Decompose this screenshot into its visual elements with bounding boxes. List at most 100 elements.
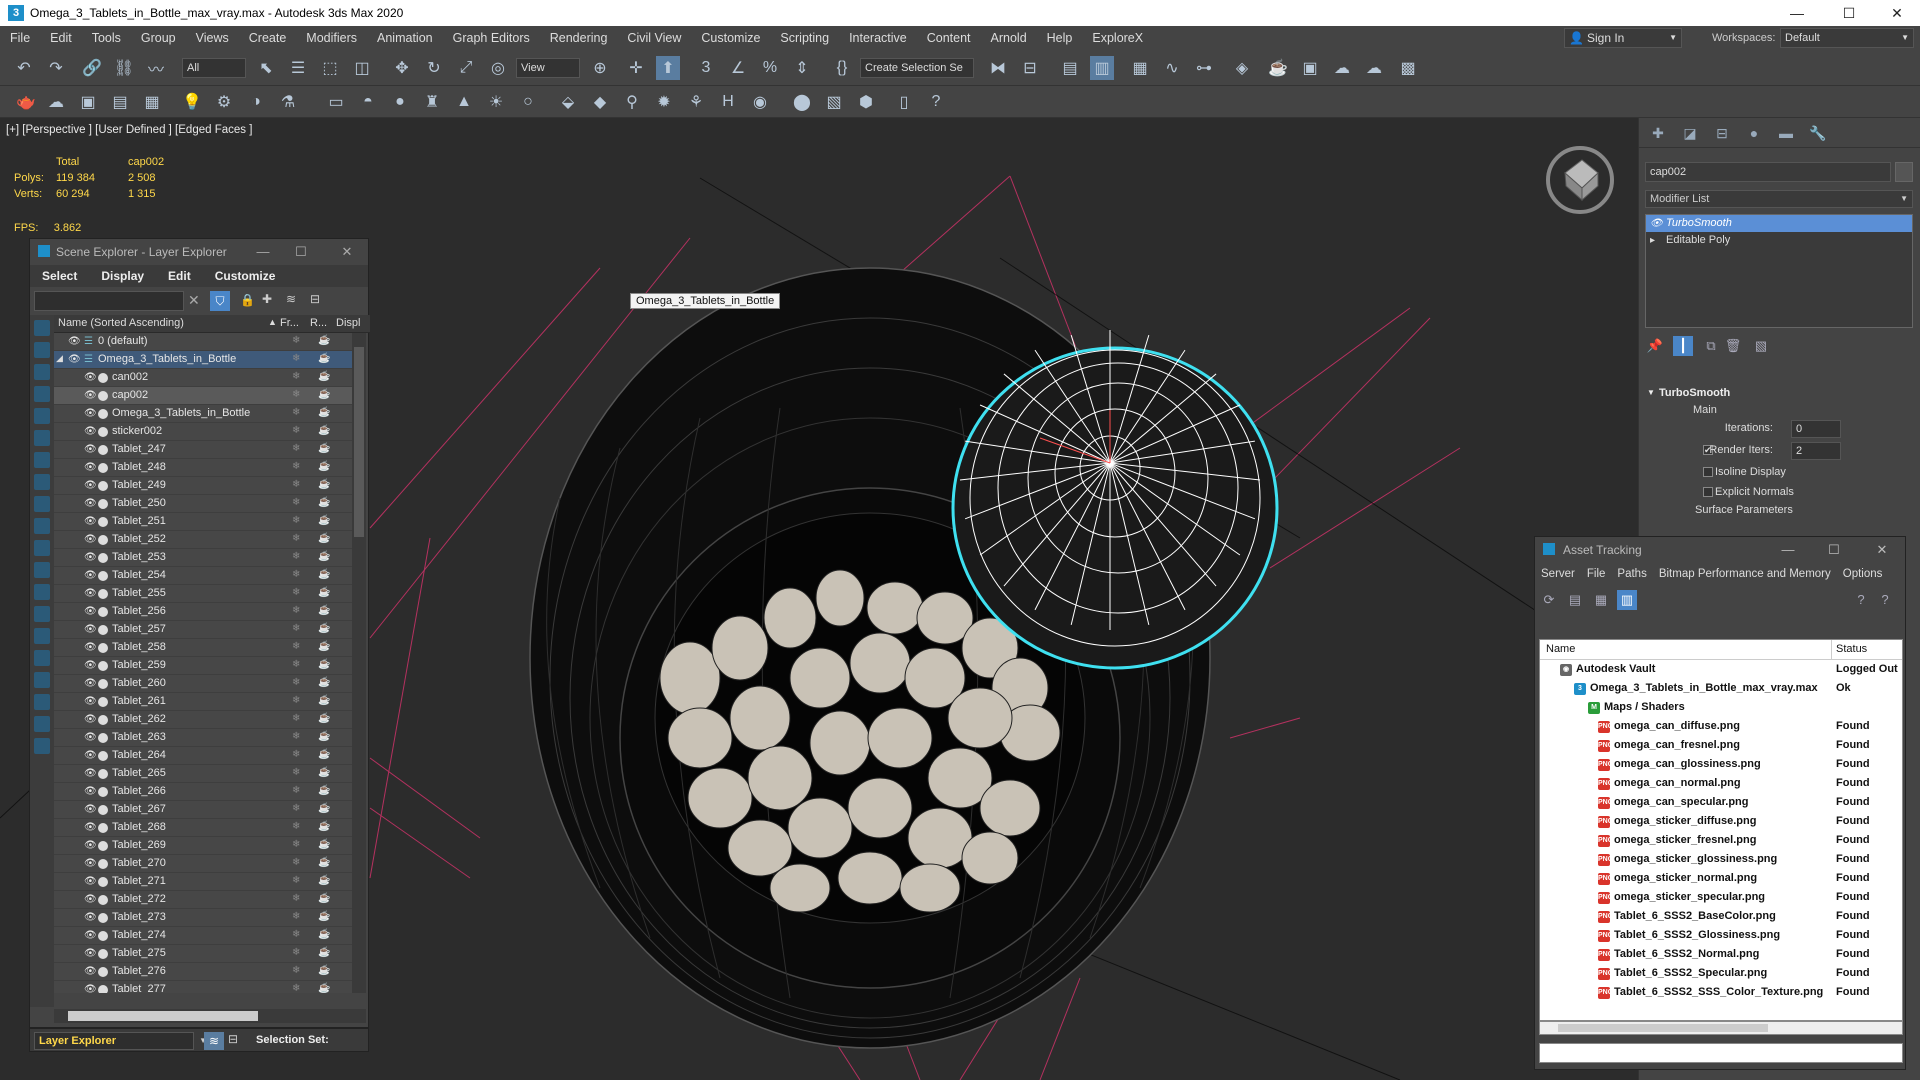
renderable-teapot-icon[interactable]: ☕ — [318, 821, 330, 832]
add-layer-icon[interactable]: ✚ — [262, 292, 272, 306]
asset-row[interactable]: PNG omega_sticker_glossiness.png Found — [1540, 850, 1902, 869]
visibility-eye-icon[interactable]: 👁 — [84, 606, 97, 618]
visibility-eye-icon[interactable]: 👁 — [84, 696, 97, 708]
freeze-icon[interactable]: ❄ — [292, 947, 300, 958]
filter-collapse-icon[interactable] — [34, 738, 50, 754]
vray-sphere-fade-icon[interactable]: ◉ — [748, 90, 772, 114]
visibility-eye-icon[interactable]: 👁 — [84, 534, 97, 546]
display-tab-icon[interactable]: ▬ — [1777, 124, 1795, 142]
freeze-icon[interactable]: ❄ — [292, 821, 300, 832]
place-icon[interactable]: ◎ — [486, 56, 510, 80]
vray-displacement-icon[interactable]: ✹ — [652, 90, 676, 114]
select-manipulate-icon[interactable]: ✛ — [624, 56, 648, 80]
scene-tree-horizontal-scrollbar[interactable] — [54, 1009, 366, 1023]
se-menu-edit[interactable]: Edit — [156, 265, 203, 287]
renderable-teapot-icon[interactable]: ☕ — [318, 569, 330, 580]
filter-helpers-icon[interactable] — [34, 408, 50, 424]
se-menu-customize[interactable]: Customize — [203, 265, 288, 287]
vray-ies-light-icon[interactable]: ▲ — [452, 90, 476, 114]
menu-views[interactable]: Views — [186, 26, 239, 50]
visibility-eye-icon[interactable]: 👁 — [68, 354, 81, 366]
filter-bones-icon[interactable] — [34, 496, 50, 512]
visibility-eye-icon[interactable]: 👁 — [84, 660, 97, 672]
workspaces-dropdown[interactable]: Default ▼ — [1780, 28, 1914, 48]
scene-tree-row[interactable]: 👁 Tablet_248 ❄ ☕ — [54, 459, 352, 477]
link-icon[interactable]: 🔗 — [80, 56, 104, 80]
angle-snap-icon[interactable]: ∠ — [726, 56, 750, 80]
menu-modifiers[interactable]: Modifiers — [296, 26, 367, 50]
filter-filter-icon[interactable] — [34, 694, 50, 710]
visibility-eye-icon[interactable]: 👁 — [84, 444, 97, 456]
layers-stack-icon[interactable]: ≋ — [286, 292, 296, 306]
freeze-icon[interactable]: ❄ — [292, 641, 300, 652]
modifier-stack-item[interactable]: 👁 TurboSmooth — [1646, 215, 1912, 232]
freeze-icon[interactable]: ❄ — [292, 497, 300, 508]
hierarchy-icon[interactable]: ⊟ — [228, 1032, 238, 1046]
asset-row[interactable]: PNG omega_can_diffuse.png Found — [1540, 717, 1902, 736]
close-button[interactable]: ✕ — [324, 239, 370, 265]
asset-table-header[interactable]: Name Status — [1540, 640, 1902, 660]
hierarchy-icon[interactable]: ⊟ — [310, 292, 320, 306]
asset-row[interactable]: PNG Tablet_6_SSS2_Glossiness.png Found — [1540, 926, 1902, 945]
visibility-eye-icon[interactable]: 👁 — [84, 930, 97, 942]
column-divider[interactable] — [1831, 640, 1832, 660]
filter-select-none-icon[interactable] — [34, 628, 50, 644]
asset-path-field[interactable] — [1539, 1043, 1903, 1063]
object-color-swatch[interactable] — [1895, 162, 1913, 182]
edit-named-selections-icon[interactable]: {} — [830, 56, 854, 80]
filter-xrefs-icon[interactable] — [34, 474, 50, 490]
scene-search-input[interactable] — [34, 291, 184, 311]
scene-tree-row[interactable]: 👁 Tablet_252 ❄ ☕ — [54, 531, 352, 549]
menu-graph-editors[interactable]: Graph Editors — [443, 26, 540, 50]
renderable-teapot-icon[interactable]: ☕ — [318, 551, 330, 562]
at-menu-paths[interactable]: Paths — [1617, 568, 1646, 580]
column-frozen-header[interactable]: Fr... — [280, 317, 299, 329]
viewcube[interactable] — [1546, 146, 1614, 214]
modifier-list-dropdown[interactable]: Modifier List ▼ — [1645, 190, 1913, 208]
renderable-teapot-icon[interactable]: ☕ — [318, 713, 330, 724]
visibility-eye-icon[interactable]: 👁 — [84, 426, 97, 438]
table-view-icon[interactable]: ▥ — [1617, 590, 1637, 610]
rect-selection-icon[interactable]: ⬚ — [318, 56, 342, 80]
renderable-teapot-icon[interactable]: ☕ — [318, 695, 330, 706]
filter-cameras-icon[interactable] — [34, 386, 50, 402]
curve-editor-icon[interactable]: ∿ — [1160, 56, 1184, 80]
renderable-teapot-icon[interactable]: ☕ — [318, 785, 330, 796]
scene-tree-row[interactable]: 👁 Tablet_272 ❄ ☕ — [54, 891, 352, 909]
list-view-icon[interactable]: ▤ — [1565, 590, 1585, 610]
filter-hidden-icon[interactable] — [34, 562, 50, 578]
visibility-eye-icon[interactable]: 👁 — [84, 678, 97, 690]
schematic-view-icon[interactable]: ⊶ — [1192, 56, 1216, 80]
freeze-icon[interactable]: ❄ — [292, 857, 300, 868]
freeze-icon[interactable]: ❄ — [292, 929, 300, 940]
scene-tree-row[interactable]: 👁 Tablet_260 ❄ ☕ — [54, 675, 352, 693]
filter-geometry-icon[interactable] — [34, 320, 50, 336]
asset-row[interactable]: ◉ Autodesk Vault Logged Out — [1540, 660, 1902, 679]
vray-proxy-icon[interactable]: ⬙ — [556, 90, 580, 114]
hierarchy-tab-icon[interactable]: ⊟ — [1713, 124, 1731, 142]
create-tab-icon[interactable]: ✚ — [1649, 124, 1667, 142]
scene-tree-row[interactable]: 👁 Tablet_269 ❄ ☕ — [54, 837, 352, 855]
freeze-icon[interactable]: ❄ — [292, 875, 300, 886]
renderable-teapot-icon[interactable]: ☕ — [318, 983, 330, 993]
vray-hdri-icon[interactable]: H — [716, 90, 740, 114]
vray-plane-light-icon[interactable]: ▭ — [324, 90, 348, 114]
menu-customize[interactable]: Customize — [691, 26, 770, 50]
freeze-icon[interactable]: ❄ — [292, 983, 300, 993]
renderable-teapot-icon[interactable]: ☕ — [318, 659, 330, 670]
se-menu-display[interactable]: Display — [89, 265, 156, 287]
help-icon[interactable]: ? — [924, 90, 948, 114]
at-menu-bitmap-performance-and-memory[interactable]: Bitmap Performance and Memory — [1659, 568, 1831, 580]
scene-tree-row[interactable]: 👁 Tablet_270 ❄ ☕ — [54, 855, 352, 873]
asset-horizontal-scrollbar[interactable] — [1539, 1021, 1903, 1035]
asset-row[interactable]: PNG omega_can_glossiness.png Found — [1540, 755, 1902, 774]
modifier-stack-item[interactable]: ▸ Editable Poly — [1646, 232, 1912, 249]
vray-mesh-export-icon[interactable]: ⚗ — [276, 90, 300, 114]
renderable-teapot-icon[interactable]: ☕ — [318, 407, 330, 418]
visibility-eye-icon[interactable]: 👁 — [84, 840, 97, 852]
vray-dome-light-icon[interactable]: ◓ — [356, 90, 380, 114]
undo-icon[interactable]: ↶ — [12, 56, 36, 80]
menu-arnold[interactable]: Arnold — [981, 26, 1037, 50]
freeze-icon[interactable]: ❄ — [292, 335, 300, 346]
renderable-teapot-icon[interactable]: ☕ — [318, 335, 330, 346]
